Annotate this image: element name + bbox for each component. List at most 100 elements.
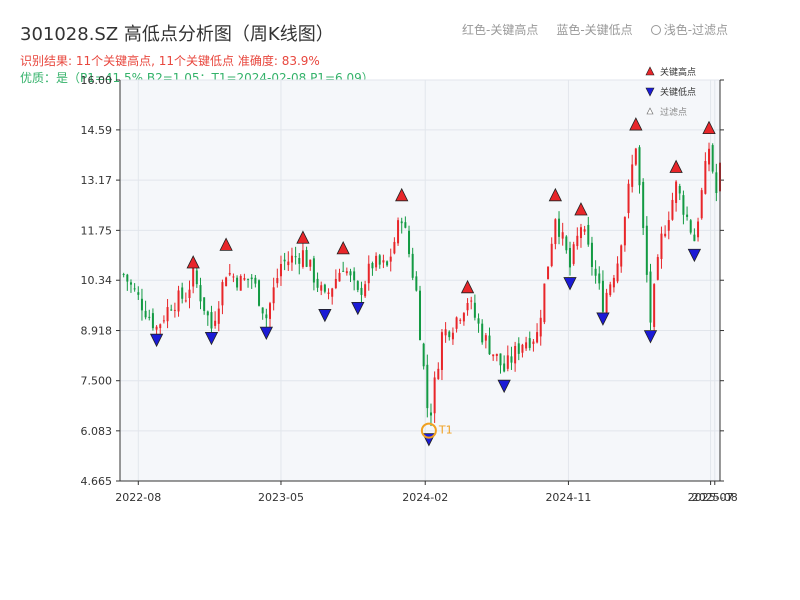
candle-body [499, 353, 502, 366]
candle-body [601, 280, 604, 312]
candle-body [660, 233, 663, 259]
candle-body [148, 316, 151, 318]
candle-body [360, 287, 363, 295]
candle-body [247, 278, 250, 280]
candle-body [543, 283, 546, 323]
candle-body [708, 148, 711, 165]
candle-body [254, 277, 257, 284]
candle-body [312, 258, 315, 283]
legend-high-icon [645, 66, 655, 76]
x-tick-label: 2022-08 [115, 491, 161, 504]
candle-body [290, 255, 293, 263]
candle-body [631, 164, 634, 187]
candle-body [437, 368, 440, 380]
y-tick-label: 7.500 [81, 375, 113, 388]
candle-body [404, 222, 407, 228]
legend-label: 过滤点 [660, 106, 687, 118]
candle-body [440, 332, 443, 370]
candle-body [393, 241, 396, 254]
candle-body [506, 355, 509, 369]
candle-body [140, 298, 143, 311]
candle-body [481, 323, 484, 343]
y-tick-label: 8.918 [81, 325, 113, 338]
candle-body [236, 277, 239, 288]
candle-body [214, 320, 217, 326]
x-tick-label: 2024-02 [402, 491, 448, 504]
candle-body [671, 199, 674, 220]
candle-body [279, 264, 282, 277]
candle-body [305, 250, 308, 267]
candle-body [598, 273, 601, 284]
candle-body [334, 278, 337, 289]
candle-body [283, 259, 286, 262]
candle-body [568, 247, 572, 268]
candle-body [298, 258, 301, 264]
candle-body [331, 288, 334, 297]
candle-body [364, 284, 367, 297]
candle-body [711, 145, 714, 172]
candle-body [294, 256, 297, 258]
candle-body [517, 343, 520, 354]
candle-body [378, 255, 381, 265]
candle-body [320, 285, 323, 291]
candle-body [484, 335, 487, 341]
candle-body [488, 335, 491, 355]
candle-body [389, 256, 392, 262]
candle-body [623, 217, 626, 246]
y-tick-label: 11.75 [81, 224, 113, 237]
candle-body [612, 277, 615, 288]
candle-body [144, 310, 147, 318]
candle-body [510, 356, 513, 363]
candle-body [349, 271, 352, 276]
candle-body [129, 282, 132, 285]
candle-body [265, 314, 268, 319]
candle-body [525, 342, 528, 349]
candle-body [675, 181, 678, 203]
candle-body [576, 235, 579, 247]
candle-body [268, 303, 272, 319]
candle-body [386, 261, 389, 266]
candle-body [415, 276, 418, 291]
candle-body [470, 300, 473, 302]
candle-body [188, 289, 191, 299]
candle-body [693, 234, 696, 242]
candle-body [232, 276, 235, 278]
candle-body [634, 148, 637, 165]
candle-body [195, 270, 198, 285]
candle-body [492, 354, 495, 357]
candle-body [689, 220, 692, 233]
candle-body [151, 313, 154, 329]
candle-body [682, 195, 685, 215]
candle-body [539, 317, 542, 337]
candle-body [444, 329, 447, 336]
candle-body [221, 282, 224, 306]
candle-body [367, 263, 370, 284]
candle-body [400, 221, 403, 224]
candle-body [554, 219, 557, 245]
candle-body [477, 318, 480, 324]
candle-body [353, 271, 356, 281]
candle-body [342, 270, 345, 272]
candle-body [667, 220, 670, 231]
y-tick-label: 14.59 [81, 124, 113, 137]
candle-body [203, 297, 206, 311]
candle-body [528, 338, 531, 348]
candle-body [210, 312, 213, 329]
candle-body [301, 250, 304, 267]
candle-body [433, 377, 436, 414]
candle-body [184, 300, 187, 302]
candle-body [649, 271, 652, 323]
t1-label: T1 [438, 424, 453, 437]
candle-body [664, 233, 667, 237]
y-tick-label: 13.17 [81, 174, 113, 187]
candle-body [686, 214, 689, 217]
y-tick-label: 16.00 [81, 74, 113, 87]
candle-body [250, 277, 253, 280]
candle-body [276, 278, 279, 284]
candle-body [375, 255, 378, 268]
candle-body [411, 253, 414, 278]
candle-body [609, 284, 612, 296]
candle-body [309, 259, 312, 267]
candle-body [583, 229, 586, 232]
candle-body [173, 309, 176, 311]
